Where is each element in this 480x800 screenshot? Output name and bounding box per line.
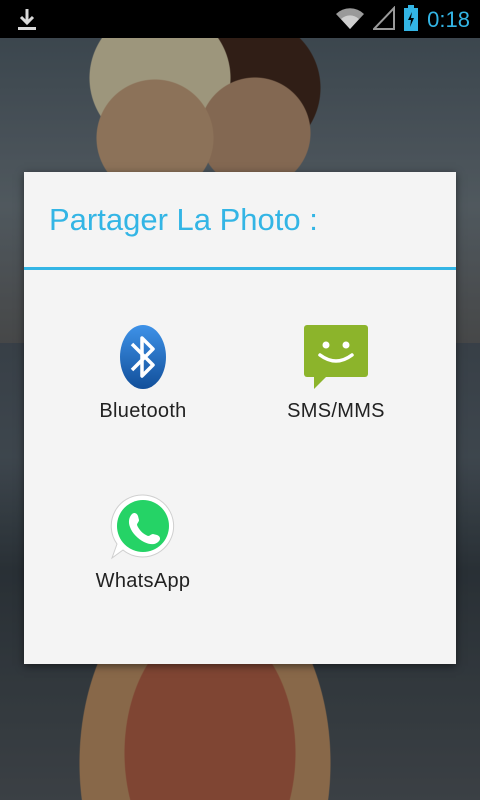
share-dialog: Partager La Photo : Bluetooth SMS/MMS Wh…: [24, 172, 456, 664]
app-label-bluetooth: Bluetooth: [99, 400, 187, 422]
clock: 0:18: [427, 7, 470, 32]
status-bar: 0:18: [0, 0, 480, 38]
sms-icon: [251, 322, 421, 392]
download-icon: [14, 6, 40, 36]
title-divider: [24, 267, 456, 270]
whatsapp-icon: [58, 492, 228, 562]
share-option-sms[interactable]: SMS/MMS: [251, 322, 421, 423]
share-option-bluetooth[interactable]: Bluetooth: [58, 322, 228, 423]
battery-charging-icon: [403, 4, 419, 36]
dialog-title: Partager La Photo :: [49, 202, 318, 237]
app-label-whatsapp: WhatsApp: [95, 570, 191, 592]
app-label-sms: SMS/MMS: [287, 400, 385, 422]
share-option-whatsapp[interactable]: WhatsApp: [58, 492, 228, 593]
wifi-icon: [335, 6, 365, 34]
signal-icon: [371, 5, 396, 34]
bluetooth-icon: [58, 322, 228, 392]
